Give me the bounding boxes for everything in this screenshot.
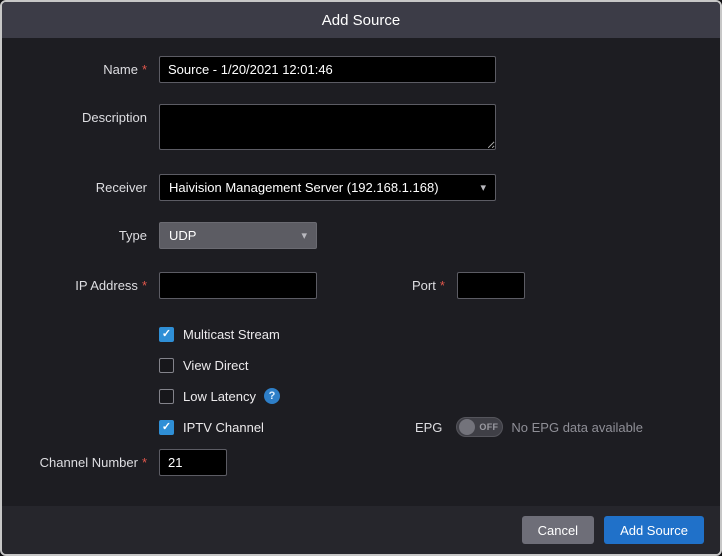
low-latency-label: Low Latency <box>183 389 256 404</box>
help-icon[interactable]: ? <box>264 388 280 404</box>
receiver-row: Receiver Haivision Management Server (19… <box>2 174 720 201</box>
iptv-channel-label: IPTV Channel <box>183 420 264 435</box>
view-direct-label: View Direct <box>183 358 249 373</box>
description-label: Description <box>82 110 147 125</box>
required-marker: * <box>142 278 147 293</box>
ip-address-label-col: IP Address * <box>2 278 147 293</box>
receiver-select[interactable]: Haivision Management Server (192.168.1.1… <box>159 174 496 201</box>
type-select[interactable]: UDP ▾ <box>159 222 317 249</box>
port-group: Port * <box>412 272 525 299</box>
dialog-title: Add Source <box>322 12 400 29</box>
epg-group: EPG OFF No EPG data available <box>415 417 643 437</box>
type-selected-value: UDP <box>169 228 196 243</box>
description-textarea[interactable] <box>159 104 496 150</box>
ip-address-input[interactable] <box>159 272 317 299</box>
type-label: Type <box>119 228 147 243</box>
view-direct-checkbox[interactable]: ✓ <box>159 358 174 373</box>
required-marker: * <box>142 62 147 77</box>
dialog-titlebar: Add Source <box>2 2 720 38</box>
epg-toggle[interactable]: OFF <box>456 417 503 437</box>
type-row: Type UDP ▾ <box>2 222 720 249</box>
chevron-down-icon: ▾ <box>301 229 307 242</box>
channel-number-row: Channel Number * <box>2 449 720 476</box>
add-source-button[interactable]: Add Source <box>604 516 704 544</box>
multicast-stream-row: ✓ Multicast Stream <box>159 325 720 343</box>
epg-toggle-state: OFF <box>479 422 498 432</box>
name-row: Name * <box>2 56 720 83</box>
required-marker: * <box>440 278 445 293</box>
epg-status-text: No EPG data available <box>511 420 643 435</box>
view-direct-row: ✓ View Direct <box>159 356 720 374</box>
name-input[interactable] <box>159 56 496 83</box>
low-latency-row: ✓ Low Latency ? <box>159 387 720 405</box>
multicast-stream-checkbox[interactable]: ✓ <box>159 327 174 342</box>
check-icon: ✓ <box>162 329 171 340</box>
name-label: Name <box>103 62 138 77</box>
chevron-down-icon: ▾ <box>480 181 486 194</box>
cancel-button[interactable]: Cancel <box>522 516 594 544</box>
receiver-label-col: Receiver <box>2 180 147 195</box>
iptv-channel-checkbox[interactable]: ✓ <box>159 420 174 435</box>
type-label-col: Type <box>2 228 147 243</box>
port-label: Port <box>412 278 436 293</box>
dialog-body: Name * Description Receiver Haivision Ma… <box>2 38 720 476</box>
description-row: Description <box>2 104 720 150</box>
channel-number-label: Channel Number <box>40 455 138 470</box>
channel-number-label-col: Channel Number * <box>2 455 147 470</box>
required-marker: * <box>142 455 147 470</box>
ip-address-label: IP Address <box>75 278 138 293</box>
name-label-col: Name * <box>2 62 147 77</box>
port-input[interactable] <box>457 272 525 299</box>
epg-label: EPG <box>415 420 442 435</box>
description-label-col: Description <box>2 110 147 125</box>
toggle-knob-icon <box>459 419 475 435</box>
receiver-label: Receiver <box>96 180 147 195</box>
add-source-dialog: Add Source Name * Description Receiver H… <box>0 0 722 556</box>
multicast-stream-label: Multicast Stream <box>183 327 280 342</box>
dialog-footer: Cancel Add Source <box>2 506 720 554</box>
ip-port-row: IP Address * Port * <box>2 272 720 299</box>
receiver-selected-value: Haivision Management Server (192.168.1.1… <box>169 180 439 195</box>
check-icon: ✓ <box>162 422 171 433</box>
low-latency-checkbox[interactable]: ✓ <box>159 389 174 404</box>
channel-number-input[interactable] <box>159 449 227 476</box>
iptv-channel-row: ✓ IPTV Channel EPG OFF No EPG data avail… <box>159 418 720 436</box>
